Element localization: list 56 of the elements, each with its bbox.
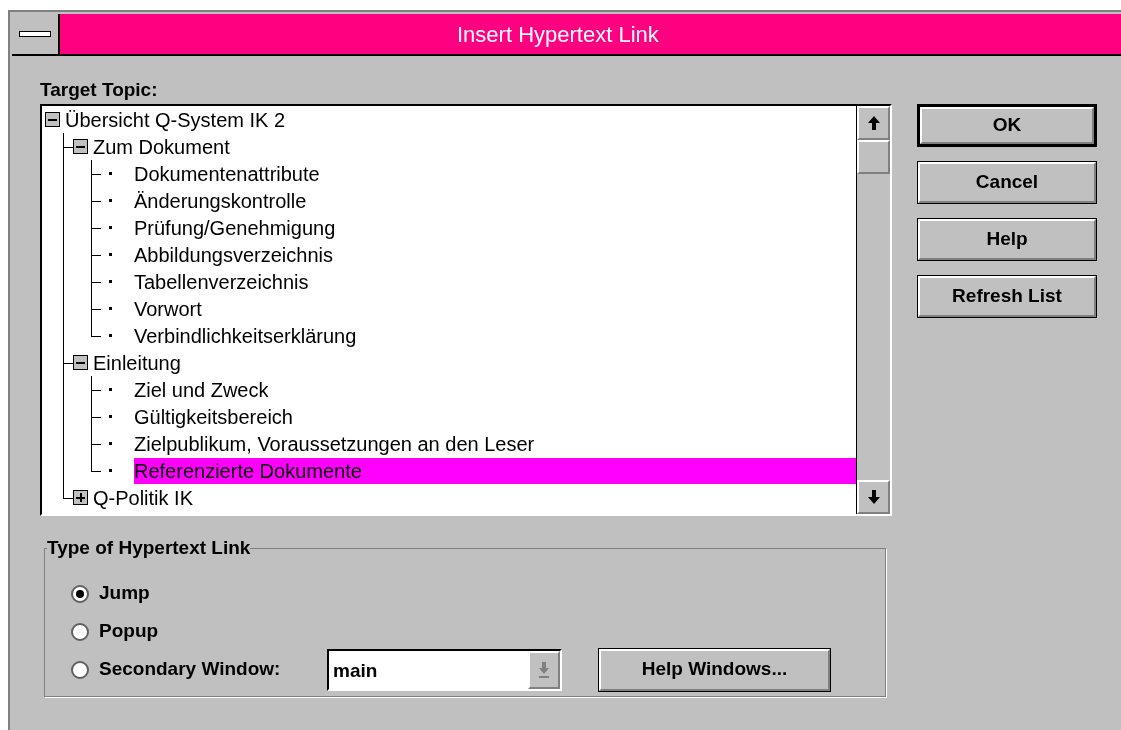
window-dropdown[interactable]: main [327,648,562,691]
expand-icon[interactable] [73,490,88,505]
radio-button[interactable]: Secondary Window: [71,655,327,684]
bullet-icon [109,307,112,310]
radio-button[interactable]: Jump [71,579,327,608]
dialog-button[interactable]: Refresh List [917,275,1097,318]
help-windows-button[interactable]: Help Windows... [599,648,830,691]
bullet-icon [109,388,112,391]
tree-item[interactable]: Referenzierte Dokumente [134,457,856,484]
tree-item[interactable]: Verbindlichkeitserklärung [134,322,359,349]
arrow-up-icon [866,115,881,131]
scroll-down-button[interactable] [857,480,890,514]
tree-item[interactable]: Dokumentenattribute [134,160,322,187]
tree-item[interactable]: Zum Dokument [93,133,232,160]
tree-item[interactable]: Vorwort [134,295,204,322]
dropdown-value: main [332,658,379,683]
scrollbar[interactable] [856,106,890,514]
tree-item[interactable]: Einleitung [93,349,183,376]
bullet-icon [109,253,112,256]
window-title: Insert Hypertext Link [457,20,659,49]
field-label: Target Topic: [40,78,159,100]
dropdown-arrow-button[interactable] [528,650,560,689]
dialog-button[interactable]: OK [917,104,1097,147]
scroll-up-button[interactable] [857,106,890,140]
collapse-icon[interactable] [73,355,88,370]
bullet-icon [109,280,112,283]
tree-item[interactable]: Prüfung/Genehmigung [134,214,338,241]
tree-item[interactable]: Tabellenverzeichnis [134,268,311,295]
tree-item[interactable]: Q-Politik IK [93,484,196,511]
radio-icon[interactable] [71,584,89,603]
bullet-icon [109,442,112,445]
arrow-down-icon [538,660,550,679]
menu-icon [19,31,51,37]
bullet-icon [109,172,112,175]
bullet-icon [109,199,112,202]
collapse-icon[interactable] [45,112,60,127]
group-label: Type of Hypertext Link [47,536,251,560]
radio-icon[interactable] [71,622,89,641]
tree-item[interactable]: Zielpublikum, Voraussetzungen an den Leser [134,430,537,457]
tree-item[interactable]: Übersicht Q-System IK 2 [65,106,288,133]
dialog-button[interactable]: Cancel [917,161,1097,204]
bullet-icon [109,469,112,472]
topic-tree[interactable] [40,104,892,516]
dialog-button[interactable]: Help [917,218,1097,261]
radio-button[interactable]: Popup [71,617,327,646]
scrollbar-thumb[interactable] [857,140,890,174]
arrow-down-icon [866,489,881,505]
tree-item[interactable]: Abbildungsverzeichnis [134,241,335,268]
bullet-icon [109,415,112,418]
collapse-icon[interactable] [73,139,88,154]
tree-item[interactable]: Änderungskontrolle [134,187,309,214]
bullet-icon [109,334,112,337]
tree-item[interactable]: Ziel und Zweck [134,376,271,403]
radio-icon[interactable] [71,660,89,679]
tree-item[interactable]: Gültigkeitsbereich [134,403,295,430]
bullet-icon [109,226,112,229]
